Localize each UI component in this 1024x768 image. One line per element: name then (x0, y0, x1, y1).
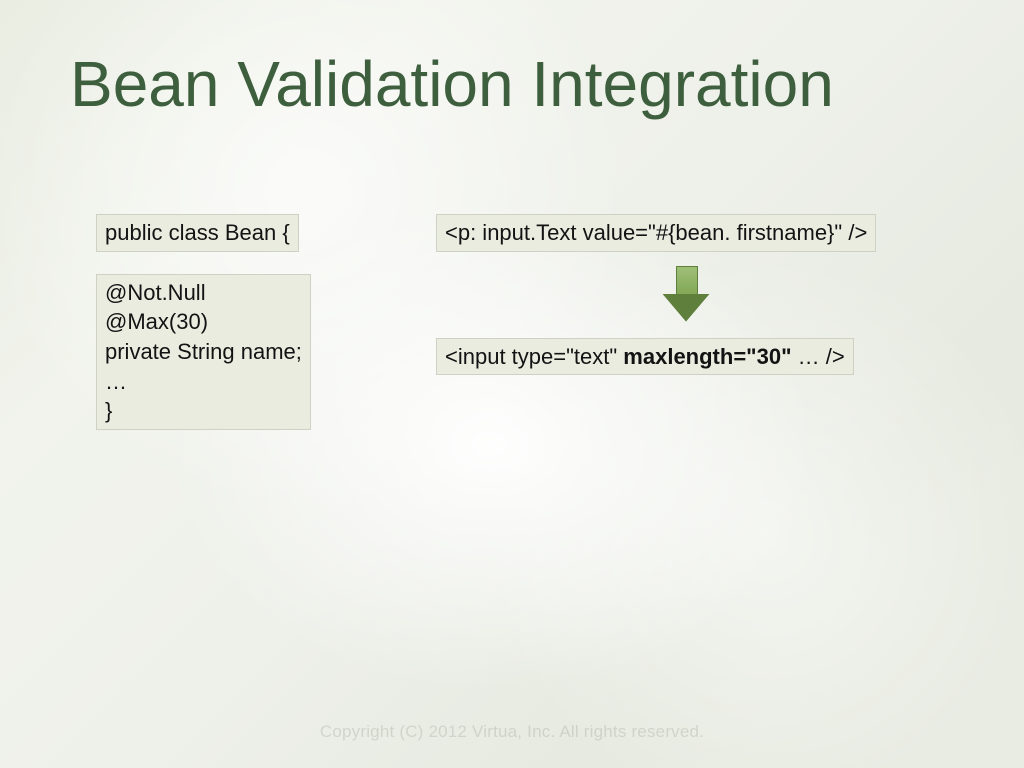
left-column: public class Bean { @Not.Null @Max(30) p… (96, 214, 386, 452)
code-block-jsf-input: <p: input.Text value="#{bean. firstname}… (436, 214, 876, 252)
copyright-footer: Copyright (C) 2012 Virtua, Inc. All righ… (0, 722, 1024, 742)
code-output-prefix: <input type="text" (445, 344, 623, 369)
code-block-annotations: @Not.Null @Max(30) private String name; … (96, 274, 311, 430)
code-output-bold: maxlength="30" (623, 344, 791, 369)
code-output-suffix: … /> (792, 344, 845, 369)
slide-title: Bean Validation Integration (70, 52, 834, 116)
arrow-down-icon (436, 266, 936, 322)
code-block-class-decl: public class Bean { (96, 214, 299, 252)
right-column: <p: input.Text value="#{bean. firstname}… (436, 214, 936, 375)
code-block-html-output: <input type="text" maxlength="30" … /> (436, 338, 854, 376)
slide: Bean Validation Integration public class… (0, 0, 1024, 768)
